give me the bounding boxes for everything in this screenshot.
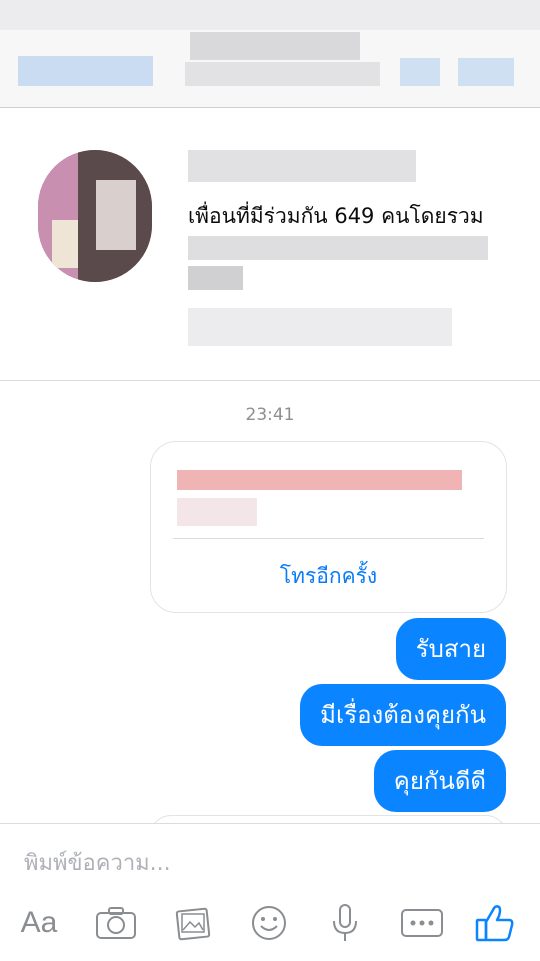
mutual-friends-text: เพื่อนที่มีร่วมกัน 649 คนโดยรวม bbox=[188, 204, 484, 228]
blurred-profile-detail-1 bbox=[188, 236, 488, 260]
profile-card: เพื่อนที่มีร่วมกัน 649 คนโดยรวม bbox=[0, 108, 540, 381]
call-again-button[interactable]: โทรอีกครั้ง bbox=[151, 560, 506, 593]
blurred-call-title bbox=[177, 470, 462, 490]
message-bubble[interactable]: รับสาย bbox=[395, 618, 506, 680]
blurred-profile-detail-3 bbox=[188, 308, 452, 346]
blurred-call-subtitle bbox=[177, 498, 257, 526]
camera-icon[interactable] bbox=[89, 894, 143, 952]
blurred-profile-detail-2 bbox=[188, 266, 243, 290]
blurred-profile-name bbox=[188, 150, 416, 182]
avatar[interactable] bbox=[38, 150, 152, 282]
message-timestamp: 23:41 bbox=[245, 405, 295, 425]
message-bubble[interactable]: มีเรื่องต้องคุยกัน bbox=[300, 684, 506, 746]
message-input[interactable]: พิมพ์ข้อความ... bbox=[24, 844, 494, 884]
call-card-divider bbox=[173, 538, 484, 539]
message-composer: พิมพ์ข้อความ... Aa bbox=[0, 823, 540, 961]
blurred-header-subtitle bbox=[185, 62, 380, 86]
blurred-header-call[interactable] bbox=[400, 58, 440, 86]
message-bubble[interactable]: คุยกันดีดี bbox=[373, 750, 506, 812]
photo-icon[interactable] bbox=[166, 894, 220, 952]
blurred-header-video[interactable] bbox=[458, 58, 514, 86]
microphone-icon[interactable] bbox=[318, 894, 372, 952]
thumbs-up-icon[interactable] bbox=[468, 894, 522, 952]
blurred-header-title bbox=[190, 32, 360, 60]
missed-call-card: โทรอีกครั้ง bbox=[150, 441, 507, 613]
conversation-header bbox=[0, 0, 540, 108]
emoji-icon[interactable] bbox=[242, 894, 296, 952]
composer-toolbar: Aa bbox=[0, 894, 540, 954]
more-icon[interactable] bbox=[395, 894, 449, 952]
blurred-header-back[interactable] bbox=[18, 56, 153, 86]
message-thread[interactable]: 23:41 โทรอีกครั้ง รับสาย มีเรื่องต้องคุย… bbox=[0, 381, 540, 823]
blurred-status-bar bbox=[0, 0, 540, 30]
text-format-button[interactable]: Aa bbox=[12, 894, 66, 952]
partial-message-card bbox=[150, 815, 507, 823]
